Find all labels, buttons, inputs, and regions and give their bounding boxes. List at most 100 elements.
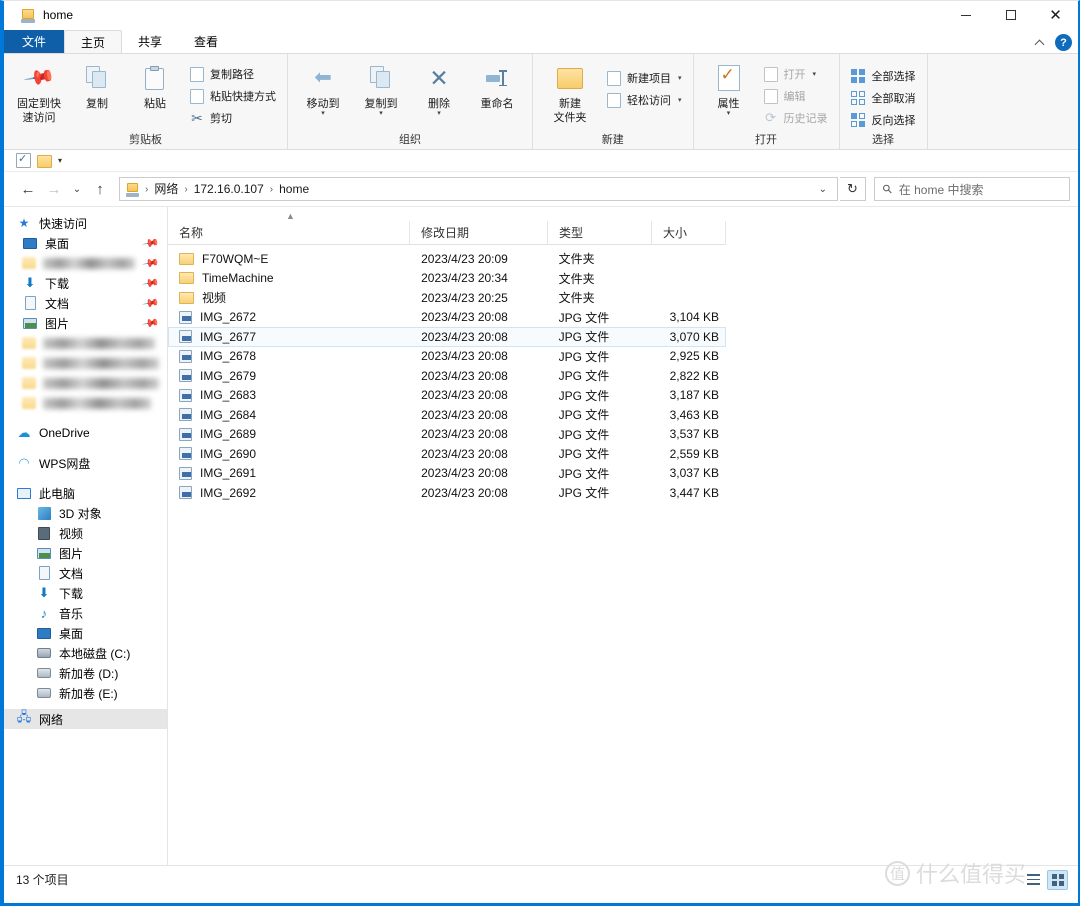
breadcrumb-item-network[interactable]: 网络 bbox=[149, 179, 183, 199]
breadcrumb-item-home[interactable]: home bbox=[274, 179, 314, 199]
breadcrumb[interactable]: › 网络 › 172.16.0.107 › home ⌄ bbox=[119, 177, 838, 201]
sidebar-item-label: 新加卷 (E:) bbox=[59, 686, 118, 701]
pin-icon[interactable]: 📌 bbox=[142, 294, 161, 313]
copy-to-button[interactable]: 复制到 ▾ bbox=[352, 57, 410, 127]
back-button[interactable]: ← bbox=[16, 177, 40, 201]
sidebar-pictures-pc[interactable]: 图片 bbox=[4, 543, 167, 563]
recent-locations-button[interactable]: ⌄ bbox=[68, 177, 86, 201]
table-row[interactable]: IMG_2689 2023/4/23 20:08 JPG 文件 3,537 KB bbox=[168, 425, 726, 445]
sidebar-desktop-pc[interactable]: 桌面 bbox=[4, 623, 167, 643]
table-row[interactable]: F70WQM~E 2023/4/23 20:09 文件夹 bbox=[168, 249, 726, 269]
edit-button[interactable]: 编辑 bbox=[758, 85, 833, 107]
column-header-name[interactable]: 名称 bbox=[168, 221, 410, 244]
pin-icon[interactable]: 📌 bbox=[142, 274, 161, 293]
refresh-button[interactable]: ↻ bbox=[840, 177, 866, 201]
sidebar-redacted-5[interactable] bbox=[4, 393, 167, 413]
rename-button[interactable]: 重命名 bbox=[468, 57, 526, 127]
sidebar-network[interactable]: 🖧 网络 bbox=[4, 709, 167, 729]
column-header-size[interactable]: 大小 bbox=[652, 221, 726, 244]
select-all-button[interactable]: 全部选择 bbox=[846, 65, 921, 87]
sidebar-pictures[interactable]: 图片 📌 bbox=[4, 313, 167, 333]
table-row[interactable]: IMG_2690 2023/4/23 20:08 JPG 文件 2,559 KB bbox=[168, 444, 726, 464]
search-box[interactable]: ⚲ 在 home 中搜索 bbox=[874, 177, 1070, 201]
window-title: home bbox=[43, 8, 74, 22]
close-button[interactable]: ✕ bbox=[1033, 1, 1078, 29]
table-row[interactable]: IMG_2678 2023/4/23 20:08 JPG 文件 2,925 KB bbox=[168, 347, 726, 367]
column-header-type[interactable]: 类型 bbox=[548, 221, 652, 244]
sidebar-documents-pc[interactable]: 文档 bbox=[4, 563, 167, 583]
sidebar-downloads[interactable]: ⬇ 下载 📌 bbox=[4, 273, 167, 293]
search-input[interactable]: 在 home 中搜索 bbox=[899, 181, 984, 198]
qat-properties-icon[interactable] bbox=[16, 152, 31, 168]
tab-view[interactable]: 查看 bbox=[178, 30, 234, 53]
forward-button[interactable]: → bbox=[42, 177, 66, 201]
select-none-button[interactable]: 全部取消 bbox=[846, 87, 921, 109]
sidebar-documents[interactable]: 文档 📌 bbox=[4, 293, 167, 313]
tab-file[interactable]: 文件 bbox=[4, 30, 65, 53]
drive-c-icon bbox=[36, 645, 52, 661]
paste-shortcut-button[interactable]: 粘贴快捷方式 bbox=[184, 85, 281, 107]
sidebar-drive-e[interactable]: 新加卷 (E:) bbox=[4, 683, 167, 703]
tab-home[interactable]: 主页 bbox=[64, 30, 123, 53]
open-button[interactable]: 打开 ▾ bbox=[758, 63, 833, 85]
sidebar-3d-objects[interactable]: 3D 对象 bbox=[4, 503, 167, 523]
sidebar-videos[interactable]: 视频 bbox=[4, 523, 167, 543]
tab-share[interactable]: 共享 bbox=[122, 30, 178, 53]
table-row[interactable]: IMG_2684 2023/4/23 20:08 JPG 文件 3,463 KB bbox=[168, 405, 726, 425]
new-item-dropdown-icon[interactable]: ▾ bbox=[678, 74, 682, 82]
properties-button[interactable]: 属性 ▾ bbox=[700, 57, 758, 127]
pin-icon[interactable]: 📌 bbox=[142, 314, 161, 333]
delete-button[interactable]: ✕ 删除 ▾ bbox=[410, 57, 468, 127]
maximize-button[interactable] bbox=[988, 1, 1033, 29]
sidebar-redacted-1[interactable]: 📌 bbox=[4, 253, 167, 273]
collapse-ribbon-icon[interactable] bbox=[1035, 38, 1045, 48]
sidebar-drive-c[interactable]: 本地磁盘 (C:) bbox=[4, 643, 167, 663]
pin-to-quick-access-button[interactable]: 📌 固定到快 速访问 bbox=[10, 57, 68, 127]
history-button[interactable]: ⟳ 历史记录 bbox=[758, 107, 833, 129]
table-row[interactable]: IMG_2691 2023/4/23 20:08 JPG 文件 3,037 KB bbox=[168, 464, 726, 484]
minimize-button[interactable] bbox=[943, 1, 988, 29]
sidebar-downloads-pc[interactable]: ⬇ 下载 bbox=[4, 583, 167, 603]
sidebar-redacted-2[interactable] bbox=[4, 333, 167, 353]
sidebar-redacted-4[interactable] bbox=[4, 373, 167, 393]
invert-selection-button[interactable]: 反向选择 bbox=[846, 109, 921, 131]
sidebar-music[interactable]: ♪ 音乐 bbox=[4, 603, 167, 623]
sidebar-wps-cloud[interactable]: ◠ WPS网盘 bbox=[4, 453, 167, 473]
table-row[interactable]: IMG_2672 2023/4/23 20:08 JPG 文件 3,104 KB bbox=[168, 308, 726, 328]
easy-access-button[interactable]: 轻松访问 ▾ bbox=[601, 89, 687, 111]
table-row[interactable]: IMG_2692 2023/4/23 20:08 JPG 文件 3,447 KB bbox=[168, 483, 726, 503]
copy-button[interactable]: 复制 bbox=[68, 57, 126, 127]
easy-access-dropdown-icon[interactable]: ▾ bbox=[678, 96, 682, 104]
paste-button[interactable]: 粘贴 bbox=[126, 57, 184, 127]
breadcrumb-item-host[interactable]: 172.16.0.107 bbox=[189, 179, 269, 199]
pin-icon[interactable]: 📌 bbox=[142, 234, 161, 253]
move-to-button[interactable]: ⬅ 移动到 ▾ bbox=[294, 57, 352, 127]
sidebar-onedrive[interactable]: ☁ OneDrive bbox=[4, 423, 167, 443]
breadcrumb-dropdown-icon[interactable]: ⌄ bbox=[811, 184, 835, 195]
new-folder-button[interactable]: 新建 文件夹 bbox=[539, 57, 601, 127]
table-row[interactable]: IMG_2683 2023/4/23 20:08 JPG 文件 3,187 KB bbox=[168, 386, 726, 406]
qat-new-folder-icon[interactable] bbox=[37, 154, 52, 168]
sidebar-quick-access[interactable]: ★ 快速访问 bbox=[4, 213, 167, 233]
open-dropdown-icon[interactable]: ▾ bbox=[813, 70, 817, 78]
sidebar-desktop[interactable]: 桌面 📌 bbox=[4, 233, 167, 253]
table-row[interactable]: 视频 2023/4/23 20:25 文件夹 bbox=[168, 288, 726, 308]
new-item-button[interactable]: 新建项目 ▾ bbox=[601, 67, 687, 89]
file-type: JPG 文件 bbox=[558, 388, 610, 403]
up-button[interactable]: ↑ bbox=[88, 177, 112, 201]
help-icon[interactable]: ? bbox=[1055, 34, 1072, 51]
table-row[interactable]: IMG_2679 2023/4/23 20:08 JPG 文件 2,822 KB bbox=[168, 366, 726, 386]
pin-icon[interactable]: 📌 bbox=[142, 254, 161, 273]
column-header-date[interactable]: 修改日期 bbox=[410, 221, 548, 244]
qat-customize-icon[interactable]: ▾ bbox=[58, 156, 62, 165]
copy-path-button[interactable]: 复制路径 bbox=[184, 63, 281, 85]
properties-label: 属性 bbox=[717, 98, 740, 110]
table-row[interactable]: TimeMachine 2023/4/23 20:34 文件夹 bbox=[168, 269, 726, 289]
cut-button[interactable]: ✂ 剪切 bbox=[184, 107, 281, 129]
table-row[interactable]: IMG_2677 2023/4/23 20:08 JPG 文件 3,070 KB bbox=[168, 327, 726, 347]
sidebar-this-pc[interactable]: 此电脑 bbox=[4, 483, 167, 503]
details-view-button[interactable] bbox=[1023, 870, 1044, 890]
sidebar-redacted-3[interactable] bbox=[4, 353, 167, 373]
large-icons-view-button[interactable] bbox=[1047, 869, 1068, 890]
sidebar-drive-d[interactable]: 新加卷 (D:) bbox=[4, 663, 167, 683]
